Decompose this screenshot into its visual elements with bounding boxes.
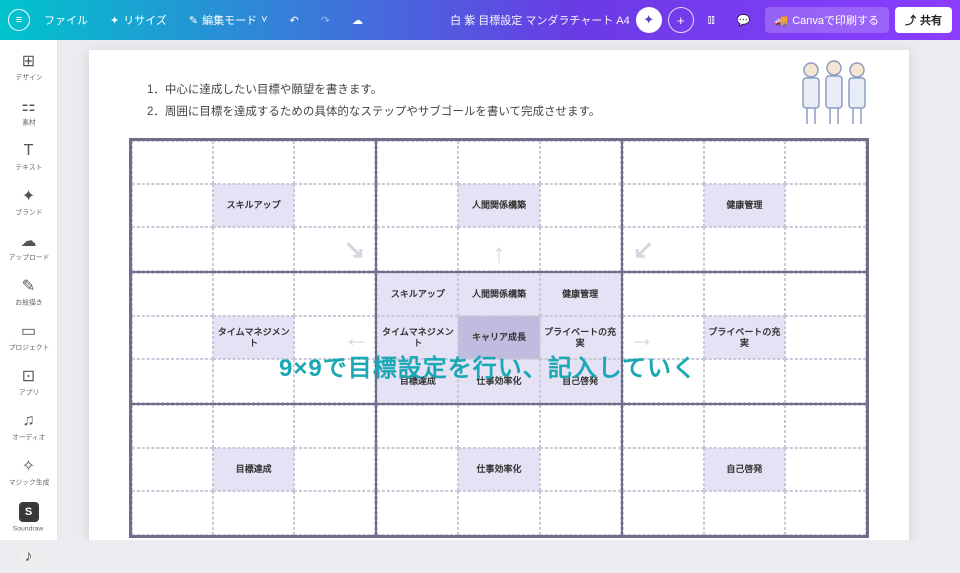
sidebar-item-apps[interactable]: ⊡アプリ [0, 361, 57, 404]
cell-bc-center[interactable]: 仕事効率化 [458, 448, 539, 491]
brand-icon: ✦ [22, 187, 35, 205]
apps-icon: ⊡ [22, 367, 35, 385]
cell-br-center[interactable]: 自己啓発 [704, 448, 785, 491]
left-sidebar: ⊞デザイン ⚏素材 Tテキスト ✦ブランド ☁アップロード ✎お絵描き ▭プロジ… [0, 40, 58, 540]
text-icon: T [24, 142, 34, 160]
right-rail [940, 40, 960, 540]
sidebar-item-extra[interactable]: ♪ [0, 541, 57, 573]
editmode-menu[interactable]: ✎編集モード˅ [181, 8, 276, 32]
redo-button[interactable]: ↷ [313, 10, 338, 31]
magic-icon: ✧ [22, 457, 35, 475]
sidebar-item-soundraw[interactable]: SSoundraw [0, 496, 57, 539]
page[interactable]: 1．中心に達成したい目標や願望を書きます。 2．周囲に目標を達成するための具体的… [89, 50, 909, 540]
sidebar-item-elements[interactable]: ⚏素材 [0, 91, 57, 134]
cloud-sync-icon[interactable]: ☁ [344, 10, 371, 31]
arrow-diag-icon: ↘ [344, 234, 366, 265]
sidebar-item-audio[interactable]: ♫オーディオ [0, 406, 57, 449]
analytics-icon[interactable]: ⫾⫾ [700, 10, 723, 31]
block-mr[interactable]: プライベートの充実 → [622, 272, 867, 404]
document-title[interactable]: 白 紫 目標設定 マンダラチャート A4 [450, 12, 630, 28]
menu-icon[interactable]: ≡ [8, 9, 30, 31]
block-tl[interactable]: スキルアップ ↘ [131, 140, 376, 272]
block-bl[interactable]: 目標達成 [131, 404, 376, 536]
block-br[interactable]: 自己啓発 [622, 404, 867, 536]
canvas-area[interactable]: 1．中心に達成したい目標や願望を書きます。 2．周囲に目標を達成するための具体的… [58, 40, 940, 540]
draw-icon: ✎ [22, 277, 35, 295]
print-button[interactable]: 🚚Canvaで印刷する [765, 7, 890, 33]
instructions: 1．中心に達成したい目標や願望を書きます。 2．周囲に目標を達成するための具体的… [147, 80, 869, 124]
resize-menu[interactable]: ✦リサイズ [102, 8, 175, 32]
soundraw-icon: S [19, 502, 39, 522]
audio-icon: ♫ [23, 412, 35, 430]
elements-icon: ⚏ [21, 97, 35, 115]
canva-assist-button[interactable]: ✦ [636, 7, 662, 33]
sidebar-item-design[interactable]: ⊞デザイン [0, 46, 57, 89]
cell-bl-center[interactable]: 目標達成 [213, 448, 294, 491]
block-bc[interactable]: 仕事効率化 [376, 404, 621, 536]
sidebar-item-upload[interactable]: ☁アップロード [0, 226, 57, 269]
arrow-up-icon: ↑ [492, 238, 505, 269]
cell-tc-center[interactable]: 人間関係構築 [458, 184, 539, 227]
projects-icon: ▭ [21, 322, 36, 340]
cell-tr-center[interactable]: 健康管理 [704, 184, 785, 227]
block-center[interactable]: スキルアップ 人間関係構築 健康管理 タイムマネジメント キャリア成長 プライベ… [376, 272, 621, 404]
file-menu[interactable]: ファイル [36, 8, 96, 32]
design-icon: ⊞ [22, 52, 35, 70]
sidebar-item-draw[interactable]: ✎お絵描き [0, 271, 57, 314]
undo-button[interactable]: ↶ [282, 10, 307, 31]
cell-tl-center[interactable]: スキルアップ [213, 184, 294, 227]
instruction-line-1: 1．中心に達成したい目標や願望を書きます。 [147, 80, 869, 102]
extra-icon: ♪ [19, 547, 39, 567]
comment-icon[interactable]: 💬 [729, 10, 759, 31]
top-toolbar: ≡ ファイル ✦リサイズ ✎編集モード˅ ↶ ↷ ☁ 白 紫 目標設定 マンダラ… [0, 0, 960, 40]
sidebar-item-projects[interactable]: ▭プロジェクト [0, 316, 57, 359]
block-ml[interactable]: タイムマネジメント ← [131, 272, 376, 404]
block-tr[interactable]: 健康管理 ↙ [622, 140, 867, 272]
block-tc[interactable]: 人間関係構築 ↑ [376, 140, 621, 272]
instruction-line-2: 2．周囲に目標を達成するための具体的なステップやサブゴールを書いて完成させます。 [147, 102, 869, 124]
cell-mr-center[interactable]: プライベートの充実 [704, 316, 785, 359]
upload-icon: ☁ [21, 232, 37, 250]
sidebar-item-magic[interactable]: ✧マジック生成 [0, 451, 57, 494]
illustration [789, 58, 879, 128]
mandala-grid[interactable]: スキルアップ ↘ 人間関係構築 ↑ 健康管理 ↙ [129, 138, 869, 538]
sidebar-item-text[interactable]: Tテキスト [0, 136, 57, 179]
share-button[interactable]: ⤴共有 [895, 7, 952, 33]
arrow-diag-icon: ↙ [633, 234, 655, 265]
add-button[interactable]: + [668, 7, 694, 33]
sidebar-item-brand[interactable]: ✦ブランド [0, 181, 57, 224]
overlay-caption: 9×9で目標設定を行い、記入していく [279, 348, 697, 383]
